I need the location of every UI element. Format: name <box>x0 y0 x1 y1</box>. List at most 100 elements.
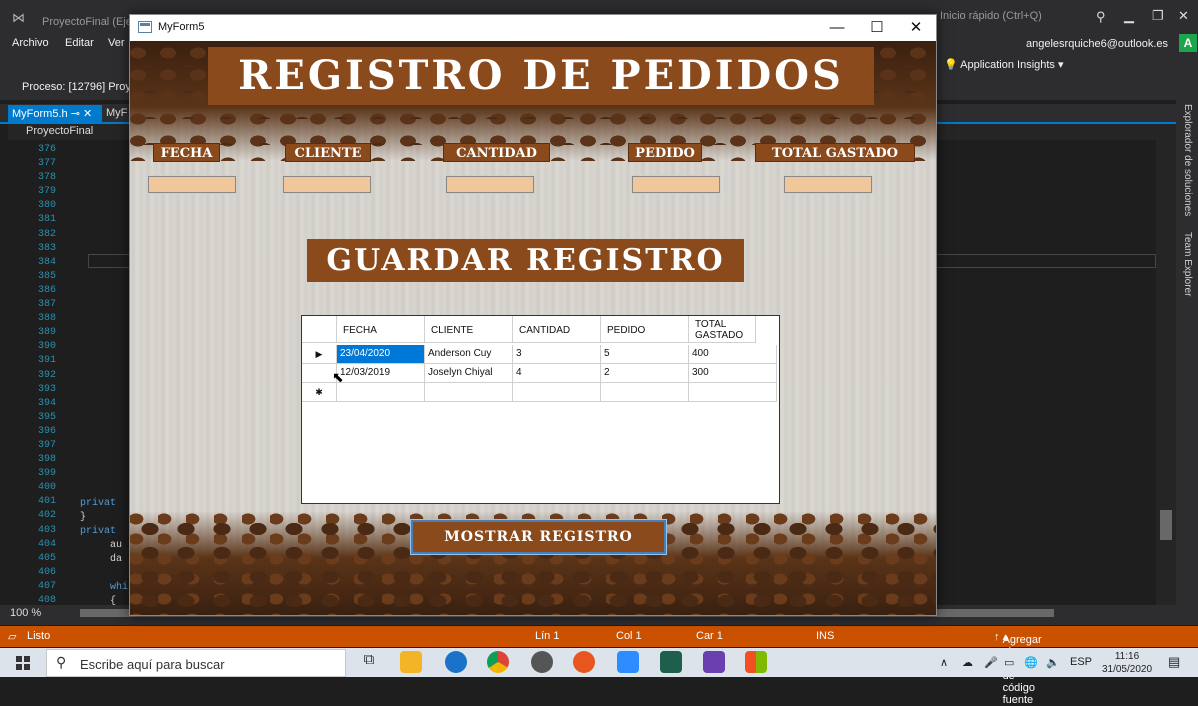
column-header-cliente[interactable]: CLIENTE <box>425 316 513 343</box>
process-selector[interactable]: Proceso: [12796] Proy <box>22 81 131 93</box>
quick-launch-input[interactable]: Inicio rápido (Ctrl+Q) <box>936 10 1114 28</box>
column-header-cantidad[interactable]: CANTIDAD <box>513 316 601 343</box>
project-selector[interactable]: ProyectoFinal <box>8 124 130 140</box>
cell-total-gastado[interactable]: 300 <box>689 364 777 383</box>
line-number: 377 <box>37 158 56 170</box>
status-char: Car 1 <box>696 630 723 642</box>
show-records-button[interactable]: MOSTRAR REGISTRO <box>410 519 667 555</box>
table-row[interactable]: 12/03/2019 Joselyn Chiyal 4 2 300 <box>302 364 779 383</box>
cell-pedido[interactable]: 5 <box>601 345 689 364</box>
table-row[interactable]: ▶ 23/04/2020 Anderson Cuy 3 5 400 <box>302 345 779 364</box>
column-header-pedido[interactable]: PEDIDO <box>601 316 689 343</box>
team-explorer-tab[interactable]: Team Explorer <box>1182 232 1193 296</box>
code-line-404: au <box>110 540 123 551</box>
notifications-icon[interactable]: ▤ <box>1168 654 1180 670</box>
file-explorer-icon[interactable] <box>400 651 422 673</box>
form-close-icon[interactable]: ✕ <box>899 17 933 39</box>
volume-icon[interactable]: 🔈 <box>1046 656 1060 669</box>
cell-fecha[interactable]: 23/04/2020 <box>337 345 425 364</box>
cell-total-gastado[interactable]: 400 <box>689 345 777 364</box>
column-header-fecha[interactable]: FECHA <box>337 316 425 343</box>
status-ins: INS <box>816 630 835 642</box>
line-number: 378 <box>37 172 56 184</box>
line-number: 403 <box>37 524 56 536</box>
cell-cliente[interactable]: Anderson Cuy <box>425 345 513 364</box>
label-pedido: PEDIDO <box>628 143 702 162</box>
cell-pedido[interactable]: 2 <box>601 364 689 383</box>
orders-data-grid[interactable]: FECHA CLIENTE CANTIDAD PEDIDO TOTAL GAST… <box>301 315 780 504</box>
cliente-input[interactable] <box>282 175 372 194</box>
grid-corner-header[interactable] <box>302 316 337 343</box>
new-cell-pedido[interactable] <box>601 383 689 402</box>
cell-fecha[interactable]: 12/03/2019 <box>337 364 425 383</box>
line-number: 393 <box>37 383 56 395</box>
visual-studio-taskbar-icon[interactable] <box>703 651 725 673</box>
search-icon[interactable]: ⚲ <box>1096 9 1106 25</box>
solution-explorer-tab[interactable]: Explorador de soluciones <box>1182 104 1193 216</box>
column-header-total-gastado[interactable]: TOTAL GASTADO <box>689 316 756 343</box>
fecha-input[interactable] <box>147 175 237 194</box>
line-number: 400 <box>37 482 56 494</box>
new-row[interactable]: ✱ <box>302 383 779 402</box>
myform-taskbar-icon[interactable] <box>745 651 767 673</box>
cell-cantidad[interactable]: 4 <box>513 364 601 383</box>
cantidad-input[interactable] <box>445 175 535 194</box>
menu-editar[interactable]: Editar <box>65 37 94 49</box>
form-titlebar[interactable]: MyForm5 — ☐ ✕ <box>130 15 936 41</box>
network-icon[interactable]: 🌐 <box>1024 656 1038 669</box>
form-maximize-icon[interactable]: ☐ <box>860 17 894 39</box>
onedrive-icon[interactable]: ☁ <box>962 656 973 669</box>
line-numbers: 376 377 378 379 380 381 382 383 384 385 386 387 388 3… <box>20 143 56 608</box>
pin-icon[interactable]: ⊸ <box>71 108 80 120</box>
cell-cantidad[interactable]: 3 <box>513 345 601 364</box>
form-minimize-icon[interactable]: — <box>820 17 854 39</box>
battery-icon[interactable]: ▭ <box>1004 656 1014 669</box>
microphone-icon[interactable]: 🎤 <box>984 656 998 669</box>
app-icon[interactable] <box>660 651 682 673</box>
new-row-asterisk-icon[interactable]: ✱ <box>302 383 337 402</box>
minimize-icon[interactable]: ▁ <box>1124 8 1134 24</box>
clock-app-icon[interactable] <box>531 651 553 673</box>
status-ready: Listo <box>27 630 51 642</box>
edge-icon[interactable] <box>445 651 467 673</box>
taskbar-search-placeholder[interactable]: Escribe aquí para buscar <box>80 657 225 672</box>
line-number: 407 <box>37 580 56 592</box>
new-cell-fecha[interactable] <box>337 383 425 402</box>
chrome-icon[interactable] <box>487 651 509 673</box>
account-email[interactable]: angelesrquiche6@outlook.es <box>1026 38 1168 50</box>
line-number: 404 <box>37 538 56 550</box>
taskbar-clock[interactable]: 11:16 31/05/2020 <box>1100 650 1154 676</box>
line-number: 387 <box>37 299 56 311</box>
close-icon[interactable]: ✕ <box>1178 8 1189 24</box>
scrollbar-thumb[interactable] <box>1160 510 1172 540</box>
windows-start-icon[interactable] <box>16 656 30 670</box>
menu-ver[interactable]: Ver <box>108 37 125 49</box>
member-selector[interactable] <box>936 124 1176 140</box>
new-cell-cliente[interactable] <box>425 383 513 402</box>
menu-archivo[interactable]: Archivo <box>12 37 49 49</box>
tab-myform[interactable]: MyF <box>106 107 127 119</box>
zoom-level[interactable]: 100 % <box>10 607 41 619</box>
new-cell-total-gastado[interactable] <box>689 383 777 402</box>
task-view-icon[interactable]: ⧉ <box>358 651 380 673</box>
total-gastado-input[interactable] <box>783 175 873 194</box>
source-control-button[interactable]: ↑ Agregar al control de código fuente ▴ <box>994 630 1042 706</box>
language-indicator[interactable]: ESP <box>1070 656 1092 668</box>
close-tab-icon[interactable]: ✕ <box>83 108 92 120</box>
save-record-title[interactable]: GUARDAR REGISTRO <box>307 239 744 282</box>
cell-cliente[interactable]: Joselyn Chiyal <box>425 364 513 383</box>
zoom-icon[interactable] <box>617 651 639 673</box>
chevron-up-icon[interactable]: ∧ <box>940 656 948 669</box>
line-number: 379 <box>37 186 56 198</box>
tab-myform5-h[interactable]: MyForm5.h ⊸ ✕ <box>8 105 102 122</box>
avatar[interactable]: A <box>1179 34 1197 52</box>
current-row-arrow-icon[interactable]: ▶ <box>302 345 337 364</box>
vs-window-title: ProyectoFinal (Eje <box>42 16 132 28</box>
restore-icon[interactable]: ❐ <box>1152 8 1164 24</box>
code-line-401: privat <box>80 498 117 509</box>
application-insights-button[interactable]: 💡 Application Insights ▾ <box>944 58 1064 71</box>
firefox-icon[interactable] <box>573 651 595 673</box>
pedido-input[interactable] <box>631 175 721 194</box>
new-cell-cantidad[interactable] <box>513 383 601 402</box>
application-insights-label: Application Insights <box>960 59 1055 71</box>
